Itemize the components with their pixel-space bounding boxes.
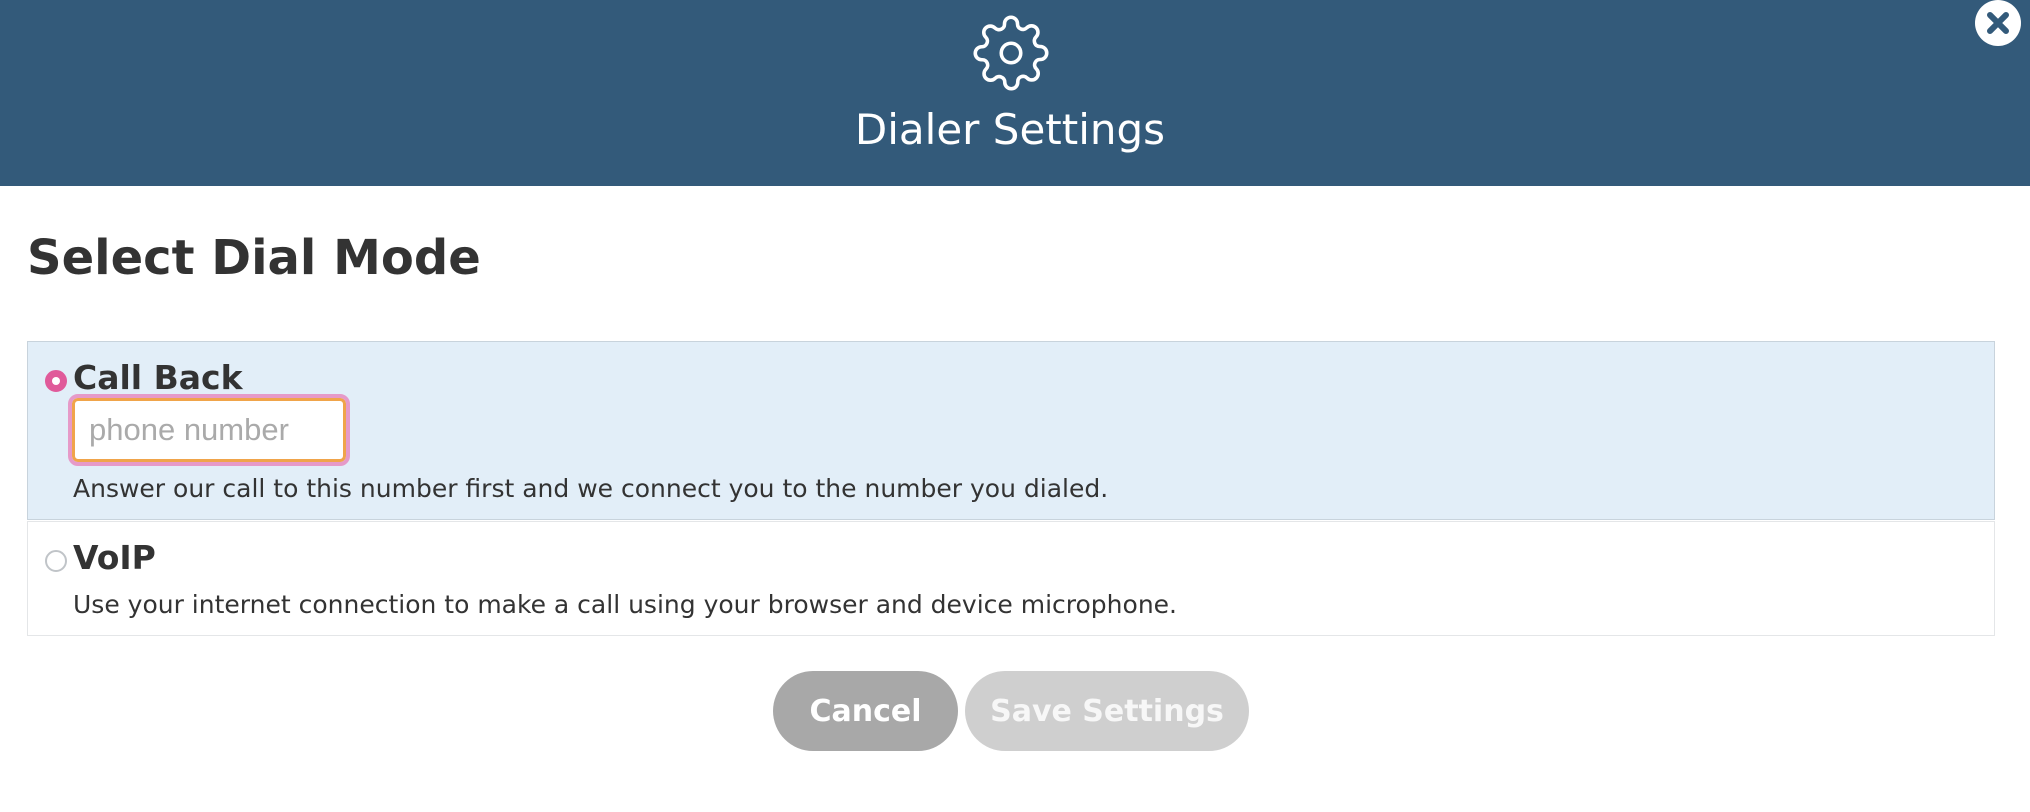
dialog-header: Dialer Settings xyxy=(0,0,2030,186)
call-back-label[interactable]: Call Back xyxy=(73,356,243,400)
voip-radio[interactable] xyxy=(45,550,67,572)
save-settings-button[interactable]: Save Settings xyxy=(965,671,1249,751)
gear-icon xyxy=(973,15,1049,91)
cancel-button[interactable]: Cancel xyxy=(773,671,958,751)
phone-number-input[interactable] xyxy=(68,394,350,466)
voip-description: Use your internet connection to make a c… xyxy=(73,590,1177,619)
close-button[interactable] xyxy=(1975,0,2021,46)
close-icon xyxy=(1987,12,2009,34)
option-voip[interactable]: VoIP Use your internet connection to mak… xyxy=(27,521,1995,636)
call-back-description: Answer our call to this number first and… xyxy=(73,474,1109,503)
option-call-back[interactable]: Call Back Answer our call to this number… xyxy=(27,341,1995,520)
dialog-title: Dialer Settings xyxy=(854,105,1166,154)
page-title: Select Dial Mode xyxy=(27,230,481,286)
voip-label[interactable]: VoIP xyxy=(73,536,156,580)
call-back-radio[interactable] xyxy=(45,370,67,392)
